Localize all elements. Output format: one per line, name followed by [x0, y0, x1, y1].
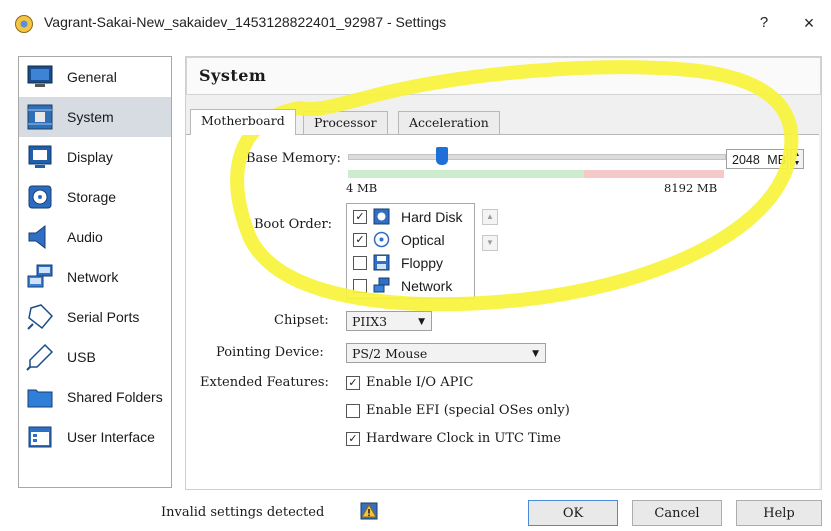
- sidebar-item-usb[interactable]: USB: [19, 337, 171, 377]
- pointing-device-select[interactable]: PS/2 Mouse ▼: [346, 343, 546, 363]
- storage-disc-icon: [28, 185, 52, 209]
- base-memory-slider-track[interactable]: [348, 154, 726, 160]
- cancel-button[interactable]: Cancel: [632, 500, 722, 526]
- virtualbox-app-icon: [15, 15, 33, 33]
- invalid-settings-status: Invalid settings detected: [161, 505, 325, 520]
- floppy-icon: [373, 254, 390, 271]
- boot-order-label: Boot Order:: [254, 217, 333, 232]
- boot-network-checkbox[interactable]: [353, 279, 367, 293]
- efi-checkbox[interactable]: [346, 404, 360, 418]
- memory-unsafe-range: [584, 170, 724, 178]
- speaker-icon: [28, 224, 46, 250]
- chipset-select[interactable]: PIIX3 ▼: [346, 311, 432, 331]
- usb-icon: [26, 343, 54, 371]
- window-title: Vagrant-Sakai-New_sakaidev_1453128822401…: [44, 14, 447, 30]
- utc-clock-checkbox[interactable]: ✓: [346, 432, 360, 446]
- tab-motherboard[interactable]: Motherboard: [190, 109, 296, 135]
- title-help-button[interactable]: ?: [754, 10, 774, 36]
- title-bar: Vagrant-Sakai-New_sakaidev_1453128822401…: [0, 0, 831, 46]
- boot-item-hard-disk[interactable]: ✓ Hard Disk: [351, 206, 471, 228]
- boot-floppy-checkbox[interactable]: [353, 256, 367, 270]
- close-button[interactable]: ×: [798, 10, 820, 36]
- chevron-down-icon: ▼: [418, 317, 425, 327]
- base-memory-spinner[interactable]: ▲ ▼: [790, 149, 804, 169]
- sidebar-item-general[interactable]: General: [19, 57, 171, 97]
- chipset-label: Chipset:: [274, 313, 329, 328]
- memory-max-label: 8192 MB: [664, 181, 718, 195]
- sidebar-item-display[interactable]: Display: [19, 137, 171, 177]
- tab-processor[interactable]: Processor: [303, 111, 388, 134]
- settings-sidebar: General System Display Storage Audio Net…: [18, 56, 172, 488]
- io-apic-checkbox[interactable]: ✓: [346, 376, 360, 390]
- boot-item-floppy[interactable]: Floppy: [351, 252, 471, 274]
- sidebar-item-shared-folders[interactable]: Shared Folders: [19, 377, 171, 417]
- extended-features-label: Extended Features:: [200, 375, 329, 390]
- base-memory-label: Base Memory:: [246, 151, 341, 166]
- pointing-device-label: Pointing Device:: [216, 345, 324, 360]
- serial-plug-icon: [27, 304, 54, 330]
- sidebar-item-audio[interactable]: Audio: [19, 217, 171, 257]
- network-icon: [373, 277, 390, 293]
- ok-button[interactable]: OK: [528, 500, 618, 526]
- section-header: System: [186, 57, 821, 95]
- memory-ticks: [348, 170, 724, 178]
- sidebar-item-serial-ports[interactable]: Serial Ports: [19, 297, 171, 337]
- sidebar-item-user-interface[interactable]: User Interface: [19, 417, 171, 457]
- base-memory-input[interactable]: 2048 MB: [726, 149, 788, 169]
- boot-order-list: ✓ Hard Disk ✓ Optical Floppy Network: [346, 203, 475, 299]
- boot-move-up-button[interactable]: ▲: [482, 209, 498, 225]
- hard-disk-icon: [373, 208, 390, 225]
- memory-safe-range: [348, 170, 584, 178]
- boot-item-optical[interactable]: ✓ Optical: [351, 229, 471, 251]
- settings-panel: System Motherboard Processor Acceleratio…: [185, 56, 822, 490]
- chevron-down-icon: ▼: [532, 349, 539, 359]
- display-icon: [28, 145, 52, 168]
- sidebar-item-storage[interactable]: Storage: [19, 177, 171, 217]
- warning-icon[interactable]: [360, 502, 378, 520]
- folder-icon: [27, 389, 53, 408]
- optical-disc-icon: [373, 231, 390, 248]
- boot-move-down-button[interactable]: ▼: [482, 235, 498, 251]
- boot-item-network[interactable]: Network: [351, 275, 471, 297]
- base-memory-slider-handle[interactable]: [435, 147, 448, 165]
- network-icon: [27, 264, 53, 288]
- memory-min-label: 4 MB: [346, 181, 378, 195]
- sidebar-item-system[interactable]: System: [19, 97, 171, 137]
- chip-board-icon: [27, 104, 53, 130]
- window-ui-icon: [28, 426, 52, 448]
- page-title: System: [199, 66, 267, 85]
- monitor-icon: [27, 65, 53, 87]
- boot-hard-disk-checkbox[interactable]: ✓: [353, 210, 367, 224]
- tab-acceleration[interactable]: Acceleration: [398, 111, 500, 134]
- boot-optical-checkbox[interactable]: ✓: [353, 233, 367, 247]
- help-button[interactable]: Help: [736, 500, 822, 526]
- sidebar-item-network[interactable]: Network: [19, 257, 171, 297]
